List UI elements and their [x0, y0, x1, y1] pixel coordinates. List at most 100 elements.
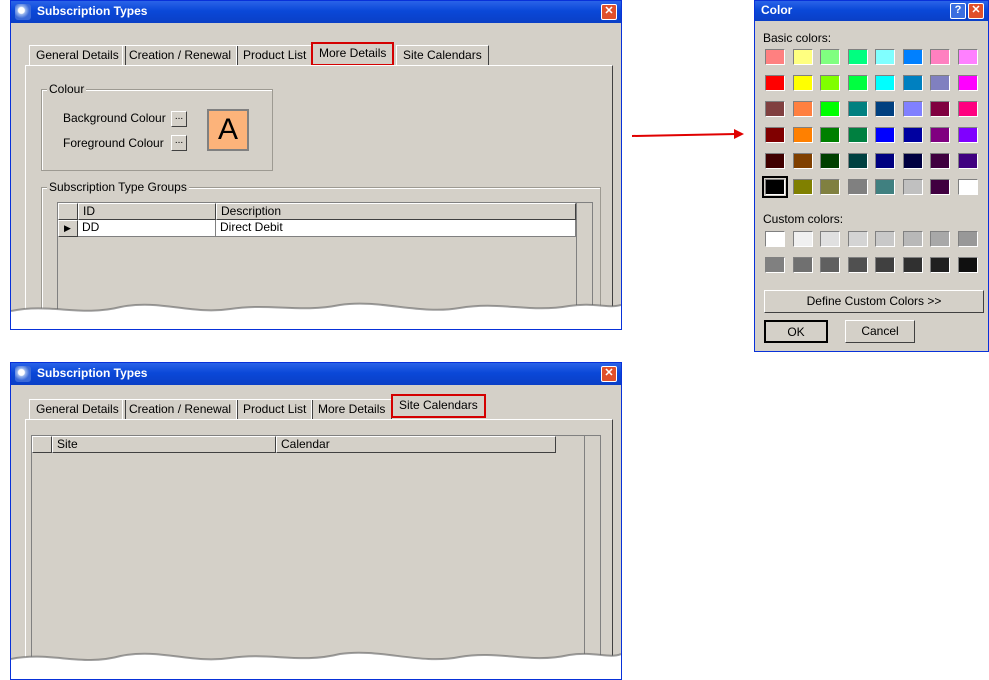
color-swatch[interactable]	[930, 101, 950, 117]
color-swatch[interactable]	[957, 101, 978, 117]
color-swatch[interactable]	[820, 257, 840, 273]
color-swatch[interactable]	[930, 127, 950, 143]
color-swatch[interactable]	[902, 153, 923, 169]
tab-general-details[interactable]: General Details	[29, 399, 126, 419]
grid-vertical-scrollbar[interactable]	[576, 203, 592, 329]
color-swatch[interactable]	[820, 101, 840, 117]
color-swatch[interactable]	[875, 231, 895, 247]
basic-colors-label: Basic colors:	[763, 31, 832, 45]
color-swatch[interactable]	[792, 101, 813, 117]
column-header-calendar[interactable]: Calendar	[276, 436, 556, 453]
tab-creation-renewal[interactable]: Creation / Renewal	[122, 399, 239, 419]
color-swatch[interactable]	[820, 75, 840, 91]
color-swatch[interactable]	[847, 127, 868, 143]
tab-site-calendars[interactable]: Site Calendars	[396, 45, 489, 65]
color-swatch[interactable]	[792, 127, 813, 143]
color-swatch[interactable]	[930, 231, 950, 247]
column-header-description[interactable]: Description	[216, 203, 576, 220]
tab-product-list[interactable]: Product List	[236, 399, 314, 419]
color-swatch[interactable]	[957, 49, 978, 65]
color-swatch[interactable]	[902, 49, 923, 65]
color-swatch[interactable]	[847, 75, 868, 91]
help-button[interactable]: ?	[950, 3, 966, 19]
color-swatch[interactable]	[847, 231, 868, 247]
grid-vertical-scrollbar[interactable]	[584, 436, 600, 679]
color-swatch[interactable]	[792, 231, 813, 247]
color-dialog-title-bar[interactable]: Color ? ✕	[755, 1, 988, 21]
colour-sample-preview: A	[207, 109, 249, 151]
tab-more-details[interactable]: More Details	[311, 399, 393, 419]
color-swatch[interactable]	[820, 179, 840, 195]
color-swatch[interactable]	[765, 49, 785, 65]
tab-product-list[interactable]: Product List	[236, 45, 314, 65]
color-swatch[interactable]	[820, 127, 840, 143]
color-dialog-title: Color	[761, 3, 793, 17]
color-swatch[interactable]	[847, 49, 868, 65]
color-swatch[interactable]	[765, 75, 785, 91]
color-swatch[interactable]	[820, 231, 840, 247]
close-button[interactable]: ✕	[601, 4, 617, 20]
table-row-description-cell[interactable]: Direct Debit	[216, 220, 576, 237]
ok-button[interactable]: OK	[764, 320, 828, 343]
color-swatch[interactable]	[930, 179, 950, 195]
title-bar[interactable]: Subscription Types ✕	[11, 363, 621, 385]
color-swatch[interactable]	[875, 127, 895, 143]
color-swatch[interactable]	[820, 49, 840, 65]
color-swatch[interactable]	[847, 257, 868, 273]
color-swatch[interactable]	[957, 257, 978, 273]
color-swatch[interactable]	[765, 153, 785, 169]
color-swatch[interactable]	[765, 101, 785, 117]
tab-general-details[interactable]: General Details	[29, 45, 126, 65]
color-swatch[interactable]	[875, 257, 895, 273]
color-swatch[interactable]	[902, 127, 923, 143]
color-swatch[interactable]	[902, 179, 923, 195]
color-swatch[interactable]	[957, 179, 978, 195]
tab-more-details[interactable]: More Details	[311, 42, 395, 66]
color-swatch[interactable]	[765, 257, 785, 273]
color-swatch[interactable]	[957, 75, 978, 91]
color-swatch[interactable]	[902, 257, 923, 273]
color-swatch[interactable]	[957, 127, 978, 143]
color-swatch[interactable]	[765, 231, 785, 247]
color-swatch[interactable]	[902, 75, 923, 91]
color-swatch[interactable]	[875, 49, 895, 65]
tab-site-calendars[interactable]: Site Calendars	[391, 394, 486, 418]
background-colour-button[interactable]: ...	[171, 111, 187, 127]
table-row-id-cell[interactable]: DD	[78, 220, 216, 237]
title-bar[interactable]: Subscription Types ✕	[11, 1, 621, 23]
color-swatch[interactable]	[957, 153, 978, 169]
color-swatch[interactable]	[765, 127, 785, 143]
color-swatch[interactable]	[792, 153, 813, 169]
color-swatch[interactable]	[902, 231, 923, 247]
color-swatch[interactable]	[792, 75, 813, 91]
color-swatch[interactable]	[875, 75, 895, 91]
color-swatch[interactable]	[847, 101, 868, 117]
define-custom-colors-button[interactable]: Define Custom Colors >>	[764, 290, 984, 313]
color-swatch[interactable]	[875, 101, 895, 117]
close-button[interactable]: ✕	[601, 366, 617, 382]
color-dialog-close-button[interactable]: ✕	[968, 3, 984, 19]
color-swatch[interactable]	[792, 257, 813, 273]
tab-creation-renewal[interactable]: Creation / Renewal	[122, 45, 239, 65]
color-swatch[interactable]	[930, 49, 950, 65]
color-swatch[interactable]	[792, 49, 813, 65]
color-swatch[interactable]	[902, 101, 923, 117]
color-swatch[interactable]	[930, 257, 950, 273]
color-swatch[interactable]	[820, 153, 840, 169]
color-swatch[interactable]	[792, 179, 813, 195]
color-swatch[interactable]	[930, 75, 950, 91]
color-swatch[interactable]	[762, 176, 788, 198]
color-swatch[interactable]	[847, 153, 868, 169]
color-swatch[interactable]	[847, 179, 868, 195]
window-title: Subscription Types	[37, 366, 148, 380]
color-swatch[interactable]	[875, 153, 895, 169]
foreground-colour-button[interactable]: ...	[171, 135, 187, 151]
row-selector[interactable]: ▶	[58, 220, 78, 237]
cancel-button[interactable]: Cancel	[845, 320, 915, 343]
color-swatch[interactable]	[957, 231, 978, 247]
column-header-id[interactable]: ID	[78, 203, 216, 220]
color-swatch[interactable]	[875, 179, 895, 195]
row-header-corner	[32, 436, 52, 453]
color-swatch[interactable]	[930, 153, 950, 169]
column-header-site[interactable]: Site	[52, 436, 276, 453]
